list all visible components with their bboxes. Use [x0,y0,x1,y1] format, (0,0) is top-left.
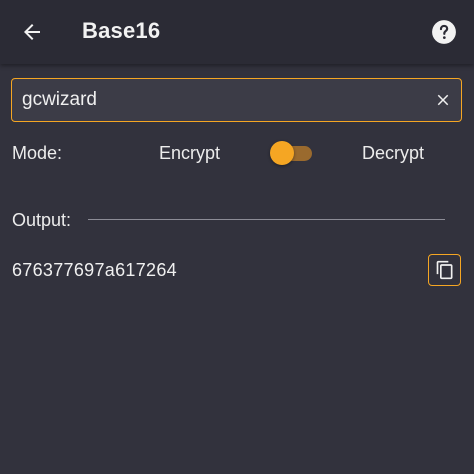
arrow-left-icon [24,24,40,40]
help-button[interactable] [428,16,460,48]
app-bar: Base16 [0,0,474,64]
output-label: Output: [12,210,72,230]
help-circle-icon [432,20,456,44]
mode-toggle-switch[interactable] [270,140,314,166]
close-icon [437,94,449,106]
app-screen: Base16 Mode: Encrypt Decrypt Output: 676… [0,0,474,474]
output-value: 676377697a617264 [12,260,177,280]
back-button[interactable] [14,14,50,50]
text-input[interactable] [22,79,422,120]
copy-icon [436,260,452,280]
text-input-container [11,78,462,122]
clear-input-button[interactable] [431,88,455,112]
output-divider [88,219,445,220]
page-title: Base16 [82,18,161,43]
copy-button[interactable] [428,254,461,286]
mode-label: Mode: [12,143,63,163]
switch-thumb [270,141,294,165]
decrypt-option-label[interactable]: Decrypt [362,143,424,164]
encrypt-option-label[interactable]: Encrypt [159,143,220,164]
